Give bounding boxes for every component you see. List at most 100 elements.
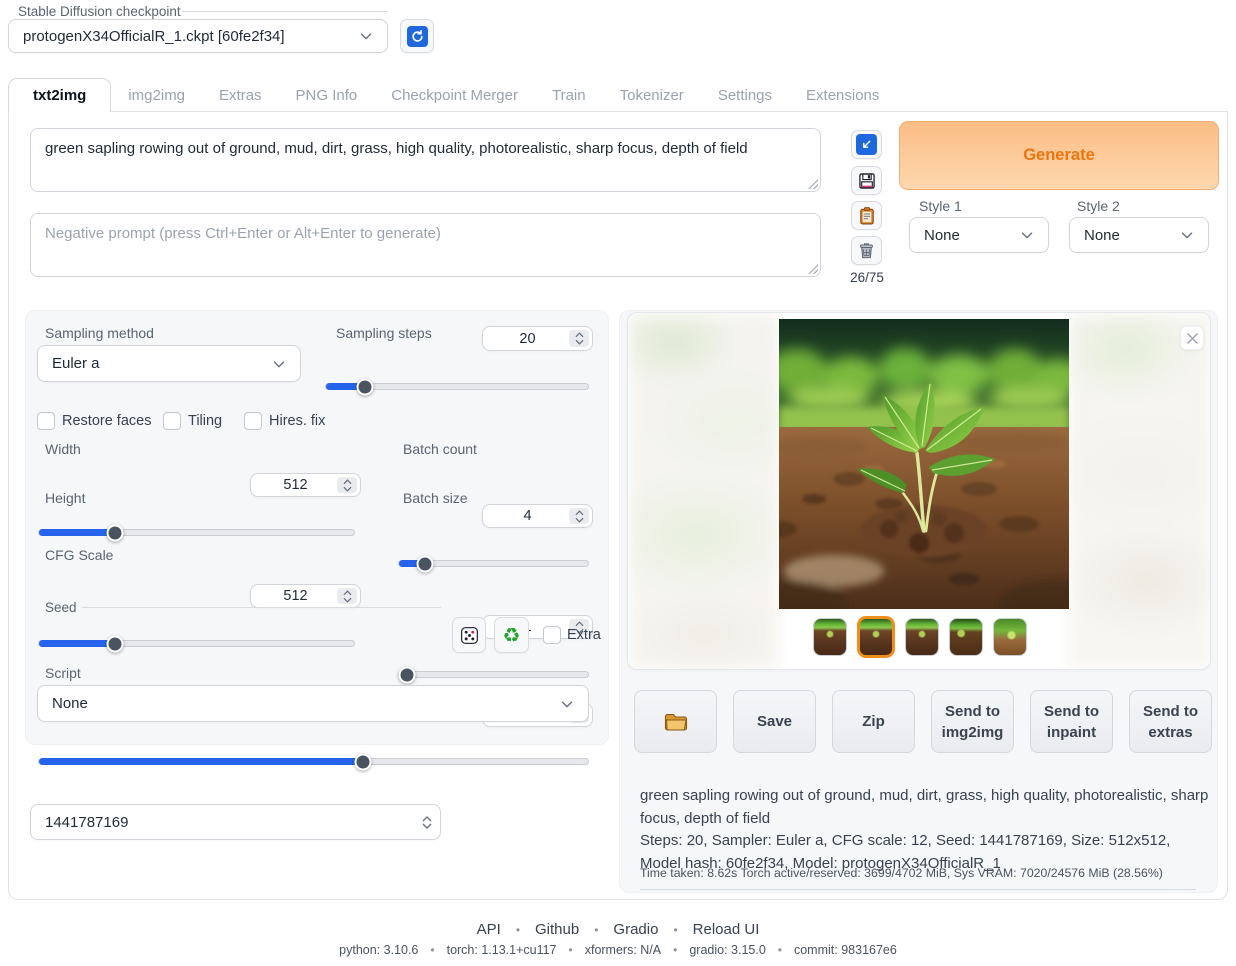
sampling-steps-slider[interactable]	[325, 383, 589, 390]
version-xformers: xformers: N/A	[585, 943, 661, 957]
batch-count-slider[interactable]	[398, 560, 589, 567]
cfg-scale-slider[interactable]	[38, 758, 589, 765]
tiling-checkbox[interactable]	[163, 412, 181, 430]
performance-info: Time taken: 8.62s Torch active/reserved:…	[640, 866, 1196, 890]
thumbnail-2-selected[interactable]	[857, 616, 895, 658]
thumbnail-4[interactable]	[949, 618, 983, 656]
send-to-img2img-button[interactable]: Send to img2img	[931, 690, 1014, 753]
stepper-icon[interactable]	[569, 508, 589, 524]
style2-value: None	[1084, 227, 1178, 244]
stepper-icon[interactable]	[337, 588, 357, 604]
script-value: None	[52, 695, 558, 712]
close-gallery-button[interactable]	[1180, 326, 1204, 350]
chevron-down-icon	[1178, 226, 1196, 244]
tab-settings[interactable]: Settings	[701, 78, 789, 112]
chevron-down-icon	[1018, 226, 1036, 244]
tab-tokenizer[interactable]: Tokenizer	[603, 78, 701, 112]
floppy-disk-icon	[857, 171, 877, 191]
restore-faces-checkbox[interactable]	[37, 412, 55, 430]
reuse-seed-button[interactable]: ♻	[494, 617, 529, 653]
thumbnail-1[interactable]	[813, 618, 847, 656]
batch-size-label: Batch size	[403, 490, 468, 506]
tab-train[interactable]: Train	[535, 78, 603, 112]
bullet-separator: •	[569, 943, 573, 957]
extra-seed-checkbox[interactable]	[543, 626, 561, 644]
script-dropdown[interactable]: None	[37, 685, 589, 722]
negative-prompt-field-wrap	[30, 213, 821, 277]
open-folder-button[interactable]	[634, 690, 717, 753]
generated-image-sapling[interactable]	[779, 319, 1069, 609]
save-style-button[interactable]	[851, 166, 882, 195]
tab-checkpoint-merger[interactable]: Checkpoint Merger	[374, 78, 535, 112]
zip-button[interactable]: Zip	[832, 690, 915, 753]
height-input[interactable]	[250, 584, 361, 608]
slider-thumb[interactable]	[398, 666, 415, 683]
version-commit: commit: 983167e6	[794, 943, 897, 957]
generation-info: green sapling rowing out of ground, mud,…	[640, 785, 1212, 875]
batch-size-slider[interactable]	[398, 671, 589, 678]
hires-fix-checkbox[interactable]	[244, 412, 262, 430]
batch-count-input[interactable]	[482, 504, 593, 528]
checkpoint-dropdown[interactable]: protogenX34OfficialR_1.ckpt [60fe2f34]	[8, 19, 388, 53]
restore-faces-label: Restore faces	[62, 413, 151, 429]
style1-dropdown[interactable]: None	[909, 217, 1049, 253]
send-to-extras-button[interactable]: Send to extras	[1129, 690, 1212, 753]
footer-link-reload-ui[interactable]: Reload UI	[693, 921, 760, 938]
stepper-icon[interactable]	[337, 477, 357, 493]
bullet-separator: •	[778, 943, 782, 957]
sampling-method-label: Sampling method	[45, 325, 154, 341]
slider-thumb[interactable]	[106, 635, 123, 652]
thumbnail-5[interactable]	[993, 618, 1027, 656]
sampling-steps-input[interactable]	[482, 326, 593, 351]
refresh-checkpoint-button[interactable]	[400, 19, 434, 53]
sampling-steps-label: Sampling steps	[336, 325, 432, 341]
clear-prompt-button[interactable]	[851, 236, 882, 265]
footer-link-api[interactable]: API	[477, 921, 501, 938]
negative-prompt-input[interactable]	[30, 213, 821, 277]
height-slider[interactable]	[38, 640, 355, 647]
generate-button[interactable]: Generate	[899, 121, 1219, 190]
style1-label: Style 1	[919, 198, 962, 214]
send-to-inpaint-button[interactable]: Send to inpaint	[1030, 690, 1113, 753]
prompt-input[interactable]: green sapling rowing out of ground, mud,…	[30, 128, 821, 192]
random-seed-button[interactable]	[452, 617, 486, 653]
gallery-thumbnails	[628, 616, 1211, 658]
sampling-method-dropdown[interactable]: Euler a	[37, 345, 301, 382]
checkpoint-legend-line	[182, 11, 388, 12]
tab-img2img[interactable]: img2img	[111, 78, 202, 112]
seed-legend-line	[82, 607, 441, 608]
footer-links: API • Github • Gradio • Reload UI	[0, 921, 1236, 938]
tab-extras[interactable]: Extras	[202, 78, 279, 112]
tab-extensions[interactable]: Extensions	[789, 78, 896, 112]
slider-thumb[interactable]	[417, 555, 434, 572]
stepper-icon[interactable]	[417, 808, 437, 836]
stepper-icon[interactable]	[569, 330, 589, 347]
bullet-separator: •	[594, 923, 598, 937]
cfg-scale-label: CFG Scale	[45, 547, 113, 563]
tab-txt2img[interactable]: txt2img	[8, 78, 111, 112]
refresh-icon	[407, 26, 428, 47]
style2-dropdown[interactable]: None	[1069, 217, 1209, 253]
width-slider[interactable]	[38, 529, 355, 536]
footer-link-github[interactable]: Github	[535, 921, 579, 938]
thumbnail-3[interactable]	[905, 618, 939, 656]
sampling-method-value: Euler a	[52, 355, 270, 372]
main-tabs: txt2img img2img Extras PNG Info Checkpoi…	[8, 78, 896, 112]
slider-thumb[interactable]	[357, 378, 374, 395]
folder-icon	[664, 712, 688, 732]
bullet-separator: •	[516, 923, 520, 937]
checkpoint-label: Stable Diffusion checkpoint	[18, 4, 181, 19]
chevron-down-icon	[270, 355, 288, 373]
slider-thumb[interactable]	[354, 753, 371, 770]
footer-link-gradio[interactable]: Gradio	[613, 921, 658, 938]
slider-thumb[interactable]	[106, 524, 123, 541]
width-input[interactable]	[250, 473, 361, 497]
tab-png-info[interactable]: PNG Info	[279, 78, 375, 112]
width-label: Width	[45, 441, 81, 457]
seed-input[interactable]	[30, 804, 441, 840]
paste-generation-params-button[interactable]	[851, 130, 882, 159]
bullet-separator: •	[673, 943, 677, 957]
save-button[interactable]: Save	[733, 690, 816, 753]
apply-style-button[interactable]	[851, 201, 882, 230]
seed-label: Seed	[45, 600, 77, 615]
